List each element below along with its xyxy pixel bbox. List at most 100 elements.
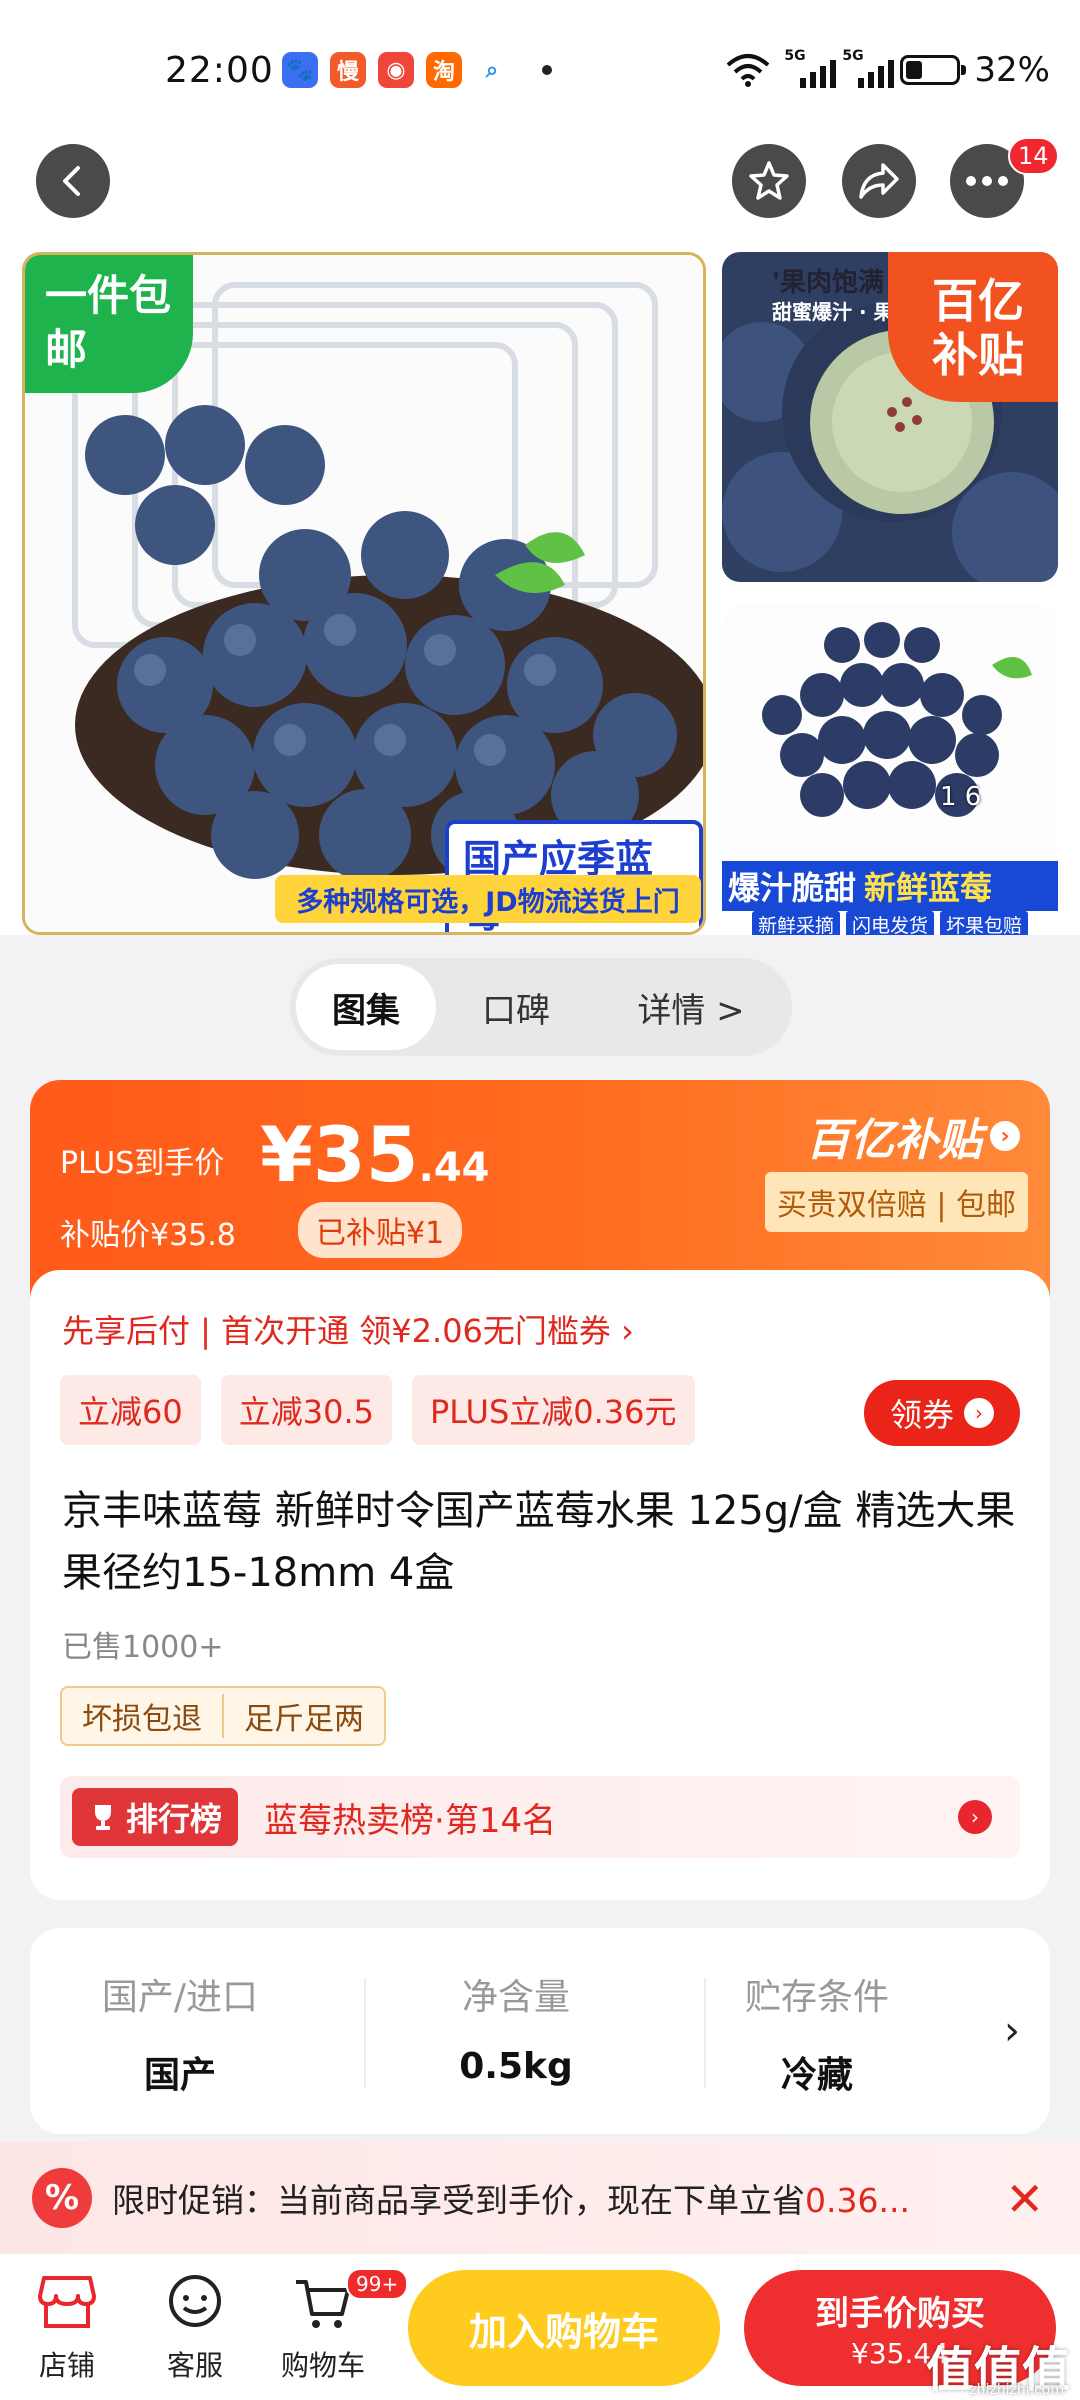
battery-percent: 32% [974,50,1050,90]
side-image-2-tag: 坏果包赔 [940,911,1029,935]
status-time: 22:00 [165,50,274,91]
promo-bar[interactable]: % 限时促销：当前商品享受到手价，现在下单立省0.36... ✕ [0,2142,1080,2254]
main-image-subbanner: 多种规格可选，JD物流送货上门 [275,875,701,923]
spec-key: 净含量 [461,1977,570,2018]
more-icon [966,176,1008,186]
promo-amount: 0.36... [805,2181,910,2220]
search-app-icon: ⌕ [474,52,510,88]
ranking-tag: 排行榜 [72,1788,239,1846]
get-coupon-button[interactable]: 领券 › [864,1380,1020,1446]
side-product-image-1[interactable]: '果肉饱满 甜蜜爆汁 · 果 百亿补贴 [722,252,1058,582]
back-button[interactable] [36,144,110,218]
sold-count: 已售1000+ [62,1630,224,1665]
service-tag: 坏损包退 [82,1702,202,1737]
taobao-icon: 淘 [426,52,462,88]
share-icon [859,163,899,199]
side-image-2-banner: 爆汁脆甜 新鲜蓝莓 [722,861,1058,911]
chevron-right-icon: › [990,1121,1020,1151]
side-image-2-tags: 新鲜采摘 闪电发货 坏果包赔 [722,911,1058,935]
store-icon [32,2268,102,2338]
status-indicators: 5G 5G 32% [726,48,1050,90]
chevron-right-icon[interactable]: › [1004,2008,1020,2054]
message-badge: 14 [1008,137,1059,175]
subsidy-logo-text: 百亿补贴 [806,1115,982,1166]
favorite-button[interactable] [732,144,806,218]
cart-button[interactable]: 99+ 购物车 [268,2268,409,2384]
spec-key: 贮存条件 [744,1977,889,2018]
ranking-tag-label: 排行榜 [126,1800,223,1838]
subsidy-logo[interactable]: 百亿补贴 › [806,1104,1020,1168]
spec-value: 0.5kg [459,2046,573,2087]
add-to-cart-button[interactable]: 加入购物车 [408,2270,720,2386]
back-arrow-icon [63,166,80,196]
store-button[interactable]: 店铺 [12,2268,122,2384]
battery-icon [900,55,967,85]
side-image-2-banner-b: 新鲜蓝莓 [864,869,993,907]
watermark-url: zhizhizhi.com [969,2382,1064,2398]
get-coupon-label: 领券 [889,1396,954,1434]
store-label: 店铺 [38,2349,95,2382]
discount-chip[interactable]: 立减30.5 [220,1375,392,1445]
buy-now-label: 到手价购买 [815,2294,985,2334]
signal-1-icon: 5G [784,48,837,88]
star-icon [749,161,789,200]
spec-value: 国产 [143,2055,216,2096]
service-tags[interactable]: 坏损包退 足斤足两 [60,1686,386,1746]
cart-count-badge: 99+ [346,2268,409,2300]
percent-icon: % [32,2168,92,2228]
product-info-card: PLUS到手价 ¥35.44 补贴价¥35.8 已补贴¥1 百亿补贴 › 买贵双… [30,1080,1050,1900]
product-title: 京丰味蓝莓 新鲜时令国产蓝莓水果 125g/盒 精选大果 果径约15-18mm … [62,1488,1016,1596]
plus-price-decimal: .44 [418,1145,490,1191]
bottom-action-bar: 店铺 客服 99+ 购物车 加入购物车 到手价购买 ¥35.44 值值值 zhi… [0,2254,1080,2400]
side-image-2-banner-a: 爆汁脆甜 [728,869,857,907]
pay-later-offer[interactable]: 先享后付 | 首次开通 领¥2.06无门槛券 › [62,1306,634,1352]
customer-service-button[interactable]: 客服 [140,2268,250,2384]
more-notifications-dot [542,65,552,75]
chevron-right-icon: › [964,1398,994,1428]
tab-details[interactable]: 详情 > [596,964,786,1050]
ranking-text: 蓝莓热卖榜·第14名 [264,1800,557,1841]
service-tag: 足斤足两 [222,1694,384,1738]
side-image-1-subcaption: 甜蜜爆汁 · 果 [772,300,894,324]
status-bar: 22:00 🐾 慢 ◉ 淘 ⌕ 5G 5G 32% [0,0,1080,140]
content-tabs: 图集 口碑 详情 > [290,958,792,1056]
share-button[interactable] [842,144,916,218]
ranking-row[interactable]: 排行榜 蓝莓热卖榜·第14名 › [60,1776,1020,1858]
side-image-2-tag: 新鲜采摘 [751,911,840,935]
paw-app-icon: 🐾 [282,52,318,88]
discount-chip[interactable]: PLUS立减0.36元 [412,1375,695,1445]
main-product-image[interactable]: 一件包邮 国产应季蓝莓 多种规格可选，JD物流送货上门 [22,252,706,935]
side-image-1-caption: '果肉饱满 [772,268,884,298]
side-product-image-2[interactable]: 爆汁脆甜 新鲜蓝莓 新鲜采摘 闪电发货 坏果包赔 [722,605,1058,935]
chat-face-icon [160,2268,230,2338]
cart-label: 购物车 [280,2349,365,2382]
spec-net-weight: 净含量 0.5kg [366,1968,666,2087]
top-nav [0,140,1080,252]
tab-reviews[interactable]: 口碑 [436,964,596,1050]
notification-icons: 🐾 慢 ◉ 淘 ⌕ [282,52,552,88]
price-guarantee: 买贵双倍赔 | 包邮 [764,1172,1028,1232]
signal-2-icon: 5G [842,48,895,88]
product-info-body: 先享后付 | 首次开通 领¥2.06无门槛券 › 立减60 立减30.5 PLU… [30,1270,1050,1900]
plus-price-main: ¥35 [260,1110,419,1199]
close-icon[interactable]: ✕ [1005,2172,1044,2226]
spec-origin: 国产/进口 国产 [30,1968,330,2098]
blueberry-pile-image [722,605,1058,865]
trophy-icon [95,1805,111,1830]
spec-card[interactable]: 国产/进口 国产 净含量 0.5kg 贮存条件 冷藏 › [30,1928,1050,2134]
app-icon-red: 慢 [330,52,366,88]
wifi-icon [727,54,770,87]
spec-storage: 贮存条件 冷藏 [702,1968,932,2098]
tab-gallery[interactable]: 图集 [296,964,436,1050]
discount-chip[interactable]: 立减60 [60,1375,201,1445]
free-shipping-tag: 一件包邮 [25,255,193,393]
plus-price: ¥35.44 [260,1110,490,1199]
customer-service-label: 客服 [166,2349,223,2382]
promo-text: 限时促销：当前商品享受到手价，现在下单立省0.36... [112,2174,962,2222]
discount-chips: 立减60 立减30.5 PLUS立减0.36元 [60,1375,695,1445]
side-image-2-tag: 闪电发货 [845,911,934,935]
image-gallery[interactable]: 一件包邮 国产应季蓝莓 多种规格可选，JD物流送货上门 '果肉饱满 甜蜜爆汁 ·… [0,252,1080,935]
cart-icon: 99+ [288,2268,409,2338]
spec-key: 国产/进口 [101,1977,259,2018]
spec-value: 冷藏 [780,2055,853,2096]
